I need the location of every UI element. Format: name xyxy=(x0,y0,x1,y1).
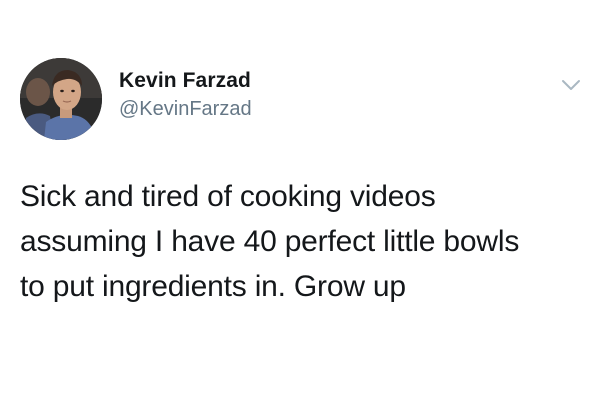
avatar[interactable] xyxy=(20,58,102,140)
tweet-text-line: to put ingredients in. Grow up xyxy=(20,270,406,303)
chevron-down-icon xyxy=(562,80,580,90)
tweet-author[interactable]: Kevin Farzad @KevinFarzad xyxy=(119,68,252,122)
tweet-text-line: assuming I have 40 perfect little bowls xyxy=(20,225,520,258)
author-display-name[interactable]: Kevin Farzad xyxy=(119,68,252,94)
tweet-card: Kevin Farzad @KevinFarzad Sick and tired… xyxy=(0,0,600,407)
tweet-menu-button[interactable] xyxy=(560,78,582,92)
user-avatar-icon xyxy=(20,58,102,140)
tweet-text-line: Sick and tired of cooking videos xyxy=(20,180,436,213)
tweet-text: Sick and tired of cooking videos assumin… xyxy=(20,174,580,309)
author-handle[interactable]: @KevinFarzad xyxy=(119,96,252,122)
